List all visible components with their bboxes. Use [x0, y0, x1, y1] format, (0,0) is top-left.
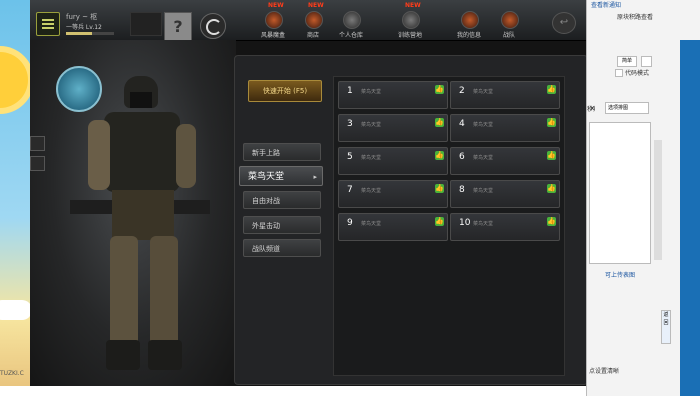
xp-bar: [66, 32, 114, 35]
thumbs-up-icon: 👍: [435, 184, 444, 193]
mode-free-battle[interactable]: 自由对战: [243, 191, 321, 209]
nav-training[interactable]: NEW 训练营地: [385, 2, 435, 40]
prefix-label: 秒): [587, 106, 596, 113]
desktop-edge: [680, 40, 700, 396]
notice-text: 原块积路查看: [617, 14, 654, 21]
thumbs-up-icon: 👍: [435, 118, 444, 127]
storm-box-icon: [265, 11, 283, 29]
thumbs-up-icon: 👍: [435, 151, 444, 160]
square-icon[interactable]: [30, 136, 45, 151]
desktop-label: TUZKI.C: [0, 370, 24, 377]
game-window: fury ~ 枢 一等兵 Lv.12 ? NEW 风暴魔盒 NEW 商店 个人仓…: [30, 0, 586, 386]
mode-label: 新手上路: [252, 149, 280, 157]
room-item[interactable]: 3 菜鸟天堂 👍: [338, 114, 448, 142]
new-badge: NEW: [405, 2, 421, 9]
room-list: 1 菜鸟天堂 👍 2 菜鸟天堂 👍 3 菜鸟天堂 👍 4 菜鸟天堂 👍 5 菜鸟天堂 👍 6 菜鸟天堂…: [333, 76, 565, 376]
star-icon[interactable]: [30, 156, 45, 171]
avatar[interactable]: ?: [164, 12, 192, 42]
simple-button[interactable]: 简单: [617, 56, 637, 67]
training-icon: [402, 11, 420, 29]
nav-warehouse[interactable]: 个人仓库: [326, 8, 376, 40]
footer-text: 点设置清晰: [589, 368, 620, 375]
code-mode-label: 代码模式: [625, 70, 650, 77]
crescent-icon[interactable]: [200, 13, 226, 39]
upload-link[interactable]: 可上传表图: [605, 270, 635, 279]
bottom-strip: [0, 386, 586, 396]
menu-icon: [42, 19, 54, 21]
thumbs-up-icon: 👍: [547, 184, 556, 193]
room-item[interactable]: 7 菜鸟天堂 👍: [338, 180, 448, 208]
new-badge: NEW: [308, 2, 324, 9]
new-badge: NEW: [268, 2, 284, 9]
top-bar: fury ~ 枢 一等兵 Lv.12 ? NEW 风暴魔盒 NEW 商店 个人仓…: [30, 0, 586, 42]
room-item[interactable]: 1 菜鸟天堂 👍: [338, 81, 448, 109]
mode-clan-channel[interactable]: 战队频道: [243, 239, 321, 257]
notice-link[interactable]: 查看新通知: [591, 0, 621, 9]
warehouse-icon: [343, 11, 361, 29]
thumbs-up-icon: 👍: [547, 217, 556, 226]
expand-icon[interactable]: [641, 56, 652, 67]
menu-button[interactable]: [36, 12, 60, 36]
room-item[interactable]: 9 菜鸟天堂 👍: [338, 213, 448, 241]
mode-rookie-paradise[interactable]: 菜鸟天堂 ▸: [239, 166, 323, 186]
quick-start-button[interactable]: 快速开始 (F5): [248, 80, 322, 102]
player-rank: 一等兵 Lv.12: [66, 24, 102, 31]
room-item[interactable]: 5 菜鸟天堂 👍: [338, 147, 448, 175]
desktop-wallpaper: TUZKI.C: [0, 0, 30, 396]
empty-slot: [130, 12, 162, 36]
mode-alien[interactable]: 外星击动: [243, 216, 321, 234]
room-item[interactable]: 8 菜鸟天堂 👍: [450, 180, 560, 208]
room-item[interactable]: 10 菜鸟天堂 👍: [450, 213, 560, 241]
clan-icon: [501, 11, 519, 29]
username: fury ~ 枢: [66, 13, 98, 21]
thumbs-up-icon: 👍: [435, 85, 444, 94]
nav-label: 个人仓库: [338, 32, 363, 39]
room-item[interactable]: 2 菜鸟天堂 👍: [450, 81, 560, 109]
mode-label: 自由对战: [252, 197, 280, 205]
info-icon: [461, 11, 479, 29]
code-mode-checkbox[interactable]: [615, 69, 623, 77]
sun-icon: [0, 52, 28, 108]
globe-icon[interactable]: [56, 66, 102, 112]
side-tab[interactable]: 返回: [661, 310, 671, 344]
shop-icon: [305, 11, 323, 29]
thumbs-up-icon: 👍: [547, 85, 556, 94]
thumbs-up-icon: 👍: [547, 118, 556, 127]
sort-select[interactable]: 选项排图: [605, 102, 649, 114]
scrollbar[interactable]: [654, 140, 662, 260]
text-area[interactable]: [589, 122, 651, 264]
character-scene: [30, 40, 236, 386]
room-item[interactable]: 4 菜鸟天堂 👍: [450, 114, 560, 142]
arrow-right-icon: ▸: [313, 173, 317, 181]
nav-clan[interactable]: 战队: [484, 8, 534, 40]
lobby-panel: 快速开始 (F5) 新手上路 菜鸟天堂 ▸ 自由对战 外星击动 战队频道 1 菜鸟天…: [234, 55, 586, 385]
xp-bar-fill: [66, 32, 93, 35]
thumbs-up-icon: 👍: [547, 151, 556, 160]
mode-label: 战队频道: [252, 245, 280, 253]
nav-label: 战队: [502, 32, 515, 39]
mode-newbie[interactable]: 新手上路: [243, 143, 321, 161]
mode-label: 外星击动: [252, 222, 280, 230]
room-item[interactable]: 6 菜鸟天堂 👍: [450, 147, 560, 175]
nav-label: 训练营地: [397, 32, 422, 39]
cloud-icon: [0, 300, 30, 320]
back-icon[interactable]: ↩: [552, 12, 576, 34]
mode-label: 菜鸟天堂: [248, 172, 285, 182]
thumbs-up-icon: 👍: [435, 217, 444, 226]
